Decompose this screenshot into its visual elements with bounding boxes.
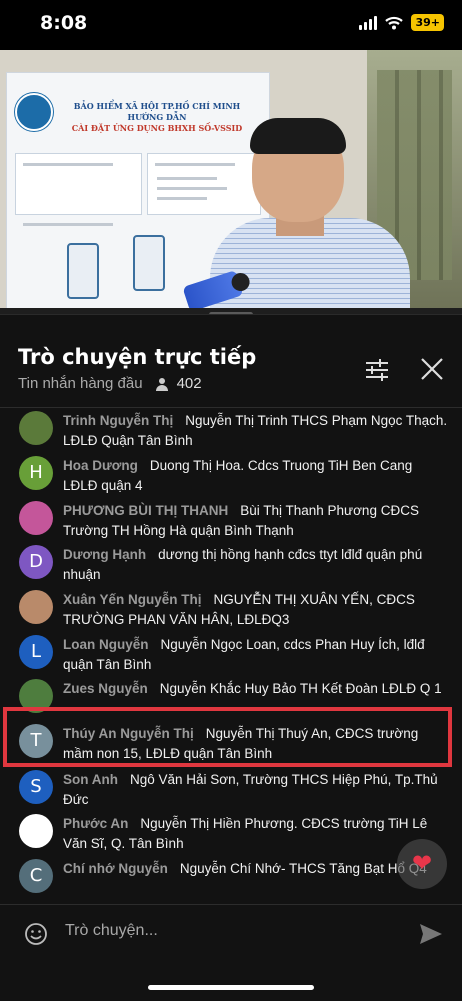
- chat-message: L Loan Nguyễn Nguyễn Ngọc Loan, cdcs Phan…: [0, 635, 462, 679]
- message-author[interactable]: Phước An: [63, 816, 128, 831]
- message-author[interactable]: Trinh Nguyễn Thị: [63, 413, 173, 428]
- chat-input-bar: [0, 904, 462, 965]
- avatar[interactable]: S: [19, 770, 53, 804]
- message-text: Nguyễn Chí Nhớ- THCS Tăng Bạt Hổ Q4: [179, 861, 427, 876]
- home-indicator: [148, 985, 314, 990]
- status-icons: 39+: [359, 14, 444, 31]
- chat-message: PHƯƠNG BÙI THỊ THANH Bùi Thị Thanh Phương…: [0, 501, 462, 545]
- status-time: 8:08: [40, 12, 88, 34]
- chat-message: D Dương Hạnh dương thị hồng hạnh cđcs tty…: [0, 545, 462, 589]
- avatar[interactable]: D: [19, 545, 53, 579]
- avatar[interactable]: L: [19, 635, 53, 669]
- message-author[interactable]: Loan Nguyễn: [63, 637, 149, 652]
- message-author[interactable]: Dương Hạnh: [63, 547, 146, 562]
- chat-subheader[interactable]: Tin nhắn hàng đầu 402: [18, 375, 202, 392]
- viewer-count: 402: [176, 375, 202, 392]
- avatar[interactable]: [19, 411, 53, 445]
- avatar[interactable]: [19, 814, 53, 848]
- close-icon[interactable]: [418, 355, 446, 383]
- chat-filter-label[interactable]: Tin nhắn hàng đầu: [18, 375, 143, 392]
- cellular-signal-icon: [359, 15, 378, 30]
- viewers-icon: [155, 377, 169, 391]
- chat-message: H Hoa Dương Duong Thị Hoa. Cdcs Truong Ti…: [0, 456, 462, 500]
- chat-message: C Chí nhớ Nguyễn Nguyễn Chí Nhớ- THCS Tăn…: [0, 859, 462, 903]
- header-divider: [0, 407, 462, 408]
- avatar[interactable]: C: [19, 859, 53, 893]
- chat-input[interactable]: [63, 921, 387, 941]
- message-text: Ngô Văn Hải Sơn, Trường THCS Hiệp Phú, T…: [63, 772, 438, 807]
- chat-message: Xuân Yến Nguyễn Thị NGUYỄN THỊ XUÂN YẾN, …: [0, 590, 462, 634]
- avatar[interactable]: H: [19, 456, 53, 490]
- video-player[interactable]: BẢO HIỂM XÃ HỘI TP.HỒ CHÍ MINH HƯỚNG DẪN…: [0, 50, 462, 308]
- highlighted-message-box: [3, 707, 452, 767]
- battery-indicator: 39+: [411, 14, 444, 31]
- bhxh-logo: [15, 93, 53, 131]
- message-author[interactable]: Chí nhớ Nguyễn: [63, 861, 168, 876]
- filter-settings-icon[interactable]: [363, 357, 391, 383]
- heart-reaction-button[interactable]: ❤: [397, 839, 447, 889]
- status-bar: 8:08 39+: [0, 0, 462, 50]
- message-author[interactable]: PHƯƠNG BÙI THỊ THANH: [63, 503, 228, 518]
- avatar[interactable]: [19, 501, 53, 535]
- avatar[interactable]: [19, 590, 53, 624]
- message-author[interactable]: Son Anh: [63, 772, 118, 787]
- message-text: Nguyễn Khắc Huy Bảo TH Kết Đoàn LĐLĐ Q 1: [159, 681, 442, 696]
- chat-message: S Son Anh Ngô Văn Hải Sơn, Trường THCS Hi…: [0, 770, 462, 814]
- message-author[interactable]: Zues Nguyễn: [63, 681, 148, 696]
- message-author[interactable]: Xuân Yến Nguyễn Thị: [63, 592, 202, 607]
- chat-message: Phước An Nguyễn Thị Hiền Phương. CĐCS trư…: [0, 814, 462, 858]
- message-author[interactable]: Hoa Dương: [63, 458, 138, 473]
- send-icon[interactable]: [418, 922, 444, 946]
- emoji-icon[interactable]: [24, 922, 48, 946]
- wifi-icon: [385, 16, 404, 29]
- live-chat-panel: Trò chuyện trực tiếp Tin nhắn hàng đầu 4…: [0, 314, 462, 1001]
- chat-title: Trò chuyện trực tiếp: [18, 345, 257, 369]
- chat-message: Trinh Nguyễn Thị Nguyễn Thị Trinh THCS Ph…: [0, 411, 462, 455]
